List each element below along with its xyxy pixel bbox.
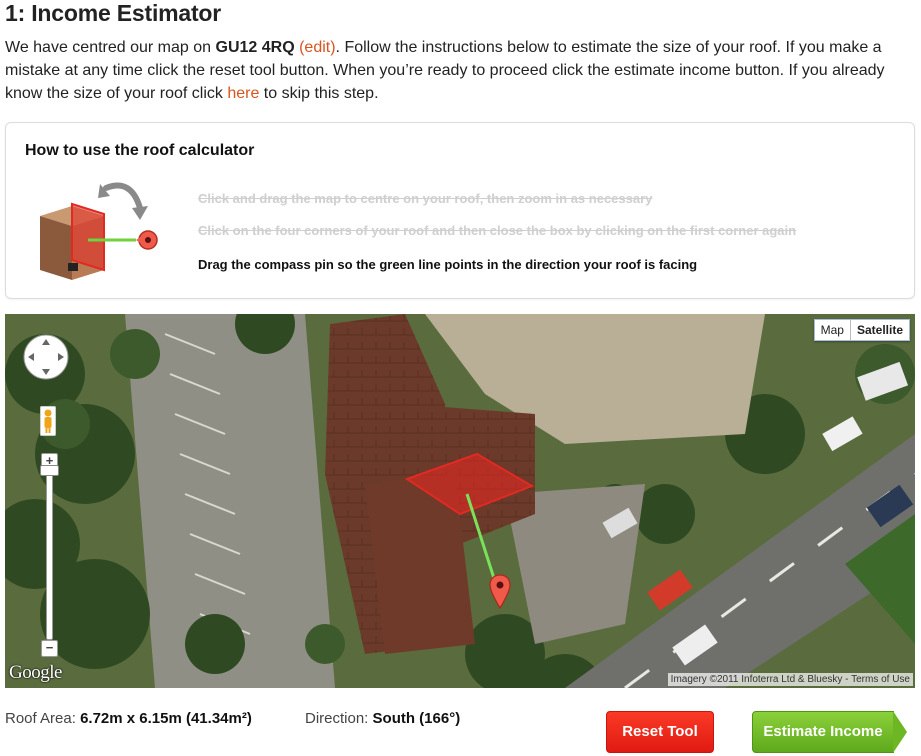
instructions-heading: How to use the roof calculator bbox=[25, 142, 255, 159]
zoom-slider-track[interactable] bbox=[46, 470, 53, 640]
street-view-pegman-icon[interactable] bbox=[40, 406, 56, 436]
intro-paragraph: We have centred our map on GU12 4RQ (edi… bbox=[5, 36, 910, 105]
map-type-control: Map Satellite bbox=[813, 319, 910, 341]
map-type-satellite-button[interactable]: Satellite bbox=[849, 320, 909, 340]
skip-step-link[interactable]: here bbox=[227, 85, 259, 102]
roof-area-value: 6.72m x 6.15m (41.34m²) bbox=[80, 710, 252, 727]
roof-area-readout: Roof Area: 6.72m x 6.15m (41.34m²) bbox=[5, 710, 252, 727]
satellite-imagery[interactable] bbox=[5, 314, 915, 688]
edit-postcode-link[interactable]: (edit) bbox=[299, 39, 335, 56]
estimate-income-arrow-icon[interactable] bbox=[893, 711, 907, 753]
page-title: 1: Income Estimator bbox=[5, 0, 222, 26]
estimate-income-button[interactable]: Estimate Income bbox=[752, 711, 894, 753]
instruction-step-3: Drag the compass pin so the green line p… bbox=[198, 257, 698, 272]
intro-text-3: to skip this step. bbox=[259, 85, 379, 102]
roof-illustration-icon bbox=[40, 182, 158, 280]
roof-area-label: Roof Area: bbox=[5, 710, 76, 727]
satellite-map[interactable]: Map Satellite + − Google Imagery ©2011 I… bbox=[5, 314, 915, 688]
postcode: GU12 4RQ bbox=[215, 39, 295, 56]
direction-label: Direction: bbox=[305, 710, 369, 727]
compass-pin-icon[interactable] bbox=[489, 574, 511, 610]
roof-calculator-instructions: How to use the roof calculator Click and… bbox=[5, 122, 915, 299]
zoom-slider-thumb[interactable] bbox=[40, 465, 59, 476]
zoom-out-button[interactable]: − bbox=[41, 640, 58, 657]
direction-value: South (166°) bbox=[372, 710, 461, 727]
pan-control-icon[interactable] bbox=[22, 333, 70, 381]
direction-readout: Direction: South (166°) bbox=[305, 710, 460, 727]
map-attribution[interactable]: Imagery ©2011 Infoterra Ltd & Bluesky - … bbox=[667, 673, 913, 686]
reset-tool-button[interactable]: Reset Tool bbox=[606, 711, 714, 753]
google-logo: Google bbox=[9, 662, 62, 683]
instruction-step-2: Click on the four corners of your roof a… bbox=[198, 223, 797, 238]
intro-text-1: We have centred our map on bbox=[5, 39, 216, 56]
instruction-step-1: Click and drag the map to centre on your… bbox=[198, 191, 653, 206]
map-type-map-button[interactable]: Map bbox=[815, 320, 850, 340]
